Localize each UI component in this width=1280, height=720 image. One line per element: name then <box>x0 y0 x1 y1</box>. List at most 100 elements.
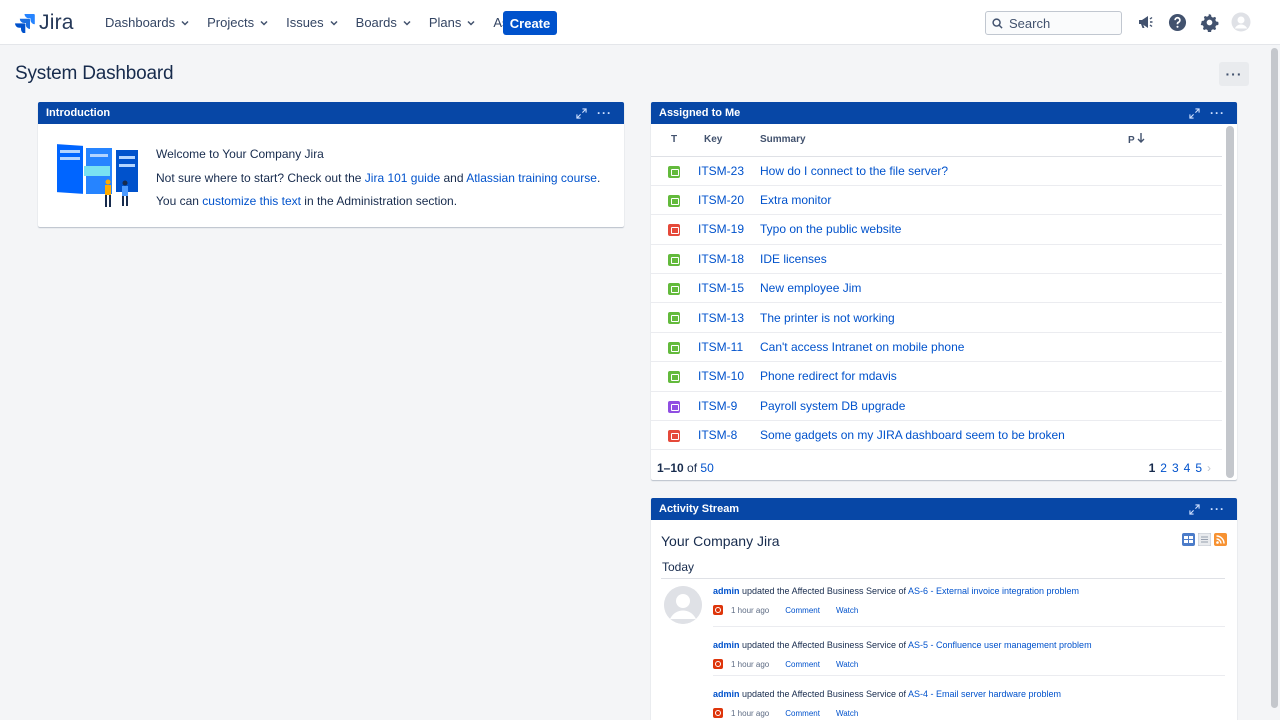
activity-user-link[interactable]: admin <box>713 689 740 699</box>
activity-item: admin updated the Affected Business Serv… <box>713 586 1225 615</box>
issue-summary-link[interactable]: IDE licenses <box>760 244 1128 275</box>
dashboard-more-menu-button[interactable]: ··· <box>1219 62 1249 86</box>
page-scrollbar[interactable] <box>1270 45 1280 720</box>
table-row[interactable]: ITSM-9 Payroll system DB upgrade <box>651 391 1222 422</box>
jira-logo[interactable]: Jira <box>15 11 74 35</box>
expand-icon[interactable] <box>1189 107 1200 119</box>
issue-summary-link[interactable]: The printer is not working <box>760 302 1128 333</box>
issue-type-cell <box>651 332 698 363</box>
chevron-down-icon <box>330 20 338 26</box>
watch-link[interactable]: Watch <box>836 660 858 669</box>
page-scrollbar-thumb[interactable] <box>1271 48 1278 708</box>
more-icon[interactable]: ··· <box>1210 106 1225 120</box>
comment-link[interactable]: Comment <box>785 660 820 669</box>
comment-link[interactable]: Comment <box>785 709 820 718</box>
issue-key-link[interactable]: ITSM-15 <box>698 273 760 304</box>
atlassian-training-link[interactable]: Atlassian training course <box>466 171 597 185</box>
issue-priority-cell <box>1128 302 1222 333</box>
more-icon[interactable]: ··· <box>1210 502 1225 516</box>
watch-link[interactable]: Watch <box>836 606 858 615</box>
issue-key-link[interactable]: ITSM-20 <box>698 185 760 216</box>
issue-key-link[interactable]: ITSM-13 <box>698 302 760 333</box>
activity-user-link[interactable]: admin <box>713 586 740 596</box>
nav-issues[interactable]: Issues <box>277 7 347 39</box>
expand-icon[interactable] <box>1189 503 1200 515</box>
expand-icon[interactable] <box>576 107 587 119</box>
help-icon[interactable] <box>1167 12 1187 32</box>
search-box[interactable] <box>985 11 1122 35</box>
issue-key-link[interactable]: ITSM-10 <box>698 361 760 392</box>
issue-key-link[interactable]: ITSM-18 <box>698 244 760 275</box>
text: Not sure where to start? Check out the <box>156 170 365 185</box>
issue-summary-link[interactable]: Typo on the public website <box>760 214 1128 245</box>
table-row[interactable]: ITSM-10 Phone redirect for mdavis <box>651 361 1222 392</box>
total-issues-link[interactable]: 50 <box>700 461 713 475</box>
issue-summary-link[interactable]: Payroll system DB upgrade <box>760 391 1128 422</box>
issue-key-link[interactable]: ITSM-9 <box>698 391 760 422</box>
settings-gear-icon[interactable] <box>1199 12 1219 32</box>
issue-summary-link[interactable]: Extra monitor <box>760 185 1128 216</box>
page-number-1[interactable]: 1 <box>1149 461 1156 475</box>
activity-issue-link[interactable]: AS-4 - Email server hardware problem <box>908 689 1061 699</box>
full-view-icon[interactable] <box>1182 533 1195 546</box>
rss-feed-icon[interactable] <box>1214 533 1227 546</box>
create-button[interactable]: Create <box>503 11 557 35</box>
nav-boards[interactable]: Boards <box>347 7 420 39</box>
notifications-megaphone-icon[interactable] <box>1135 12 1155 32</box>
page-number-5[interactable]: 5 <box>1195 461 1202 475</box>
column-priority[interactable]: P <box>1128 124 1222 157</box>
list-view-icon[interactable] <box>1198 533 1211 546</box>
issue-key-link[interactable]: ITSM-11 <box>698 332 760 363</box>
gadget-tools: ··· <box>1189 498 1225 520</box>
table-row[interactable]: ITSM-23 How do I connect to the file serv… <box>651 156 1222 186</box>
customize-text-link[interactable]: customize this text <box>202 194 301 208</box>
gadget-header: Introduction ··· <box>38 102 624 124</box>
next-page-chevron-icon[interactable]: › <box>1207 461 1211 475</box>
search-input[interactable] <box>1009 15 1119 31</box>
issue-summary-link[interactable]: How do I connect to the file server? <box>760 156 1128 186</box>
watch-link[interactable]: Watch <box>836 709 858 718</box>
gadget-tools: ··· <box>1189 102 1225 124</box>
user-avatar-icon[interactable] <box>1231 12 1251 32</box>
issue-key-link[interactable]: ITSM-23 <box>698 156 760 186</box>
issue-summary-link[interactable]: New employee Jim <box>760 273 1128 304</box>
table-row[interactable]: ITSM-15 New employee Jim <box>651 273 1222 304</box>
comment-link[interactable]: Comment <box>785 606 820 615</box>
column-type[interactable]: T <box>651 124 698 157</box>
admin-avatar[interactable] <box>664 586 702 624</box>
nav-dashboards[interactable]: Dashboards <box>96 7 198 39</box>
issue-key-link[interactable]: ITSM-19 <box>698 214 760 245</box>
column-key[interactable]: Key <box>698 124 760 157</box>
nav-plans[interactable]: Plans <box>420 7 485 39</box>
issue-type-cell <box>651 391 698 422</box>
page-number-2[interactable]: 2 <box>1160 461 1167 475</box>
issue-summary-link[interactable]: Can't access Intranet on mobile phone <box>760 332 1128 363</box>
table-row[interactable]: ITSM-18 IDE licenses <box>651 244 1222 275</box>
sort-descending-icon <box>1137 133 1145 144</box>
table-row[interactable]: ITSM-19 Typo on the public website <box>651 214 1222 245</box>
issue-key-link[interactable]: ITSM-8 <box>698 420 760 451</box>
activity-user-link[interactable]: admin <box>713 640 740 650</box>
gadget-scrollbar[interactable] <box>1226 126 1234 478</box>
page-number-4[interactable]: 4 <box>1184 461 1191 475</box>
column-summary[interactable]: Summary <box>760 124 1128 157</box>
more-icon[interactable]: ··· <box>597 106 612 120</box>
activity-meta: 1 hour ago Comment Watch <box>713 708 1225 718</box>
gadget-title: Introduction <box>46 107 111 119</box>
nav-label: Dashboards <box>105 15 176 30</box>
table-row[interactable]: ITSM-13 The printer is not working <box>651 302 1222 333</box>
nav-projects[interactable]: Projects <box>198 7 277 39</box>
issue-priority-cell <box>1128 156 1222 186</box>
page-number-3[interactable]: 3 <box>1172 461 1179 475</box>
table-row[interactable]: ITSM-20 Extra monitor <box>651 185 1222 216</box>
table-row[interactable]: ITSM-11 Can't access Intranet on mobile p… <box>651 332 1222 363</box>
issue-summary-link[interactable]: Phone redirect for mdavis <box>760 361 1128 392</box>
issue-summary-link[interactable]: Some gadgets on my JIRA dashboard seem t… <box>760 420 1128 451</box>
activity-issue-link[interactable]: AS-5 - Confluence user management proble… <box>908 640 1092 650</box>
text: . <box>596 170 601 185</box>
search-icon <box>992 17 1003 29</box>
activity-issue-link[interactable]: AS-6 - External invoice integration prob… <box>908 586 1079 596</box>
issue-type-incident-icon <box>713 605 723 615</box>
jira-101-guide-link[interactable]: Jira 101 guide <box>365 171 440 185</box>
table-row[interactable]: ITSM-8 Some gadgets on my JIRA dashboard … <box>651 420 1222 451</box>
